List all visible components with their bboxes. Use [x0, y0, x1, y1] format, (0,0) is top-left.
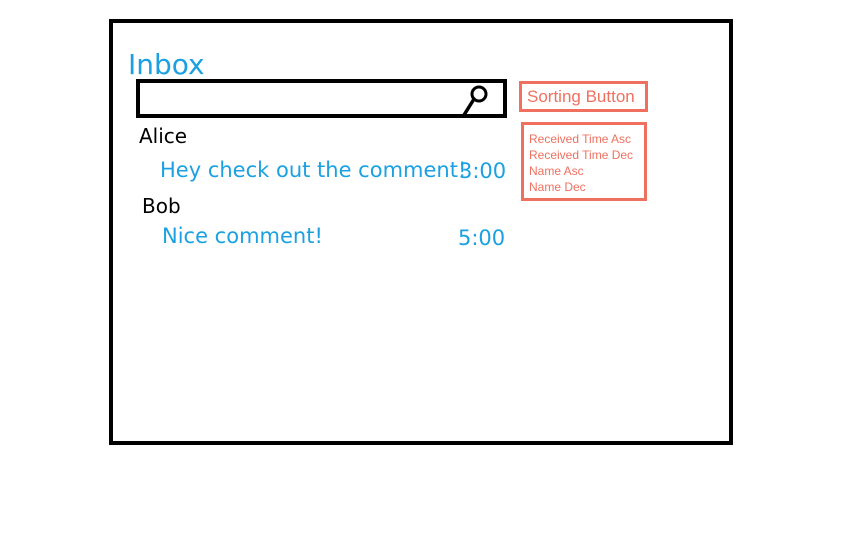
sort-option-name-dec[interactable]: Name Dec — [529, 179, 644, 195]
message-sender: Alice — [139, 124, 188, 148]
message-preview[interactable]: Hey check out the comment! — [160, 156, 466, 184]
sorting-button[interactable]: Sorting Button — [519, 81, 648, 112]
message-preview[interactable]: Nice comment! — [162, 222, 323, 250]
message-time: 3:00 — [459, 159, 507, 183]
page-title: Inbox — [128, 48, 205, 81]
search-icon[interactable] — [460, 84, 490, 118]
sort-option-received-time-asc[interactable]: Received Time Asc — [529, 131, 644, 147]
message-sender: Bob — [142, 194, 181, 218]
sort-dropdown-menu: Received Time Asc Received Time Dec Name… — [521, 122, 647, 201]
message-time: 5:00 — [458, 226, 506, 250]
sort-option-name-asc[interactable]: Name Asc — [529, 163, 644, 179]
search-input[interactable] — [136, 79, 507, 118]
sort-option-received-time-dec[interactable]: Received Time Dec — [529, 147, 644, 163]
